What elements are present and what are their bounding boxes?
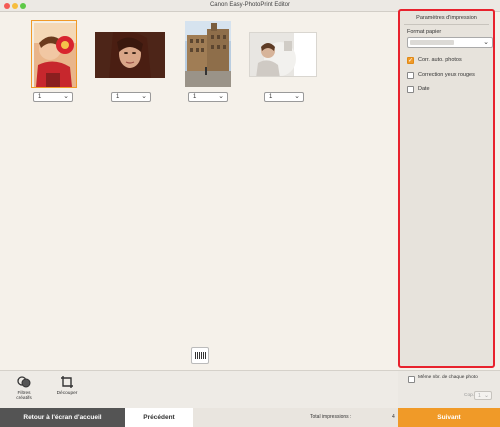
chevron-down-icon: ⌄	[294, 93, 300, 100]
photo-area: 1 ⌄ 1 ⌄ 1 ⌄ 1 ⌄	[0, 12, 398, 370]
edit-toolbar: Filtres créatifs Découper	[0, 370, 398, 408]
chevron-down-icon: ⌄	[483, 39, 489, 46]
creative-filters-button[interactable]: Filtres créatifs	[12, 375, 36, 401]
quantity-value: 1	[269, 94, 273, 100]
quantity-select-3[interactable]: 1 ⌄	[188, 92, 228, 102]
copies-panel: Même nbr. de chaque photo Cop. 1 ⌄	[398, 370, 500, 408]
photo-thumbnail-4[interactable]	[249, 32, 317, 77]
copies-select[interactable]: 1 ⌄	[474, 391, 492, 400]
back-to-home-button[interactable]: Retour à l'écran d'accueil	[0, 408, 125, 427]
checkbox-unchecked[interactable]	[407, 86, 414, 93]
chevron-down-icon: ⌄	[63, 93, 69, 100]
photo-1-image	[32, 21, 76, 87]
crop-label: Découper	[56, 391, 78, 396]
total-prints-value: 4	[392, 414, 395, 420]
previous-button[interactable]: Précédent	[125, 408, 193, 427]
divider	[404, 24, 489, 25]
quantity-select-1[interactable]: 1 ⌄	[33, 92, 73, 102]
paper-format-select[interactable]: ⌄	[407, 37, 493, 48]
barcode-icon	[195, 352, 206, 359]
chevron-down-icon: ⌄	[483, 393, 489, 399]
chevron-down-icon: ⌄	[141, 93, 147, 100]
copies-label: Cop.	[464, 393, 475, 398]
option-label: Correction yeux rouges	[418, 72, 475, 78]
option-label: Corr. auto. photos	[418, 57, 462, 63]
photo-thumbnail-2[interactable]	[95, 32, 165, 78]
crop-icon	[61, 376, 73, 388]
quantity-value: 1	[116, 94, 120, 100]
checkbox-checked[interactable]: ✓	[407, 57, 414, 64]
footer-bar: Retour à l'écran d'accueil Précédent Tot…	[0, 408, 500, 427]
crop-button[interactable]: Découper	[54, 375, 80, 396]
next-button[interactable]: Suivant	[398, 408, 500, 427]
checkbox-unchecked[interactable]	[408, 376, 415, 383]
print-settings-title: Paramètres d'impression	[416, 15, 477, 21]
quantity-value: 1	[38, 94, 42, 100]
quantity-value: 1	[193, 94, 197, 100]
photo-3-image	[185, 21, 231, 87]
photo-thumbnail-1[interactable]	[31, 20, 77, 88]
page-view-button[interactable]	[191, 347, 209, 364]
print-settings-panel: Paramètres d'impression Format papier ⌄ …	[398, 9, 495, 368]
chevron-down-icon: ⌄	[218, 93, 224, 100]
quantity-select-4[interactable]: 1 ⌄	[264, 92, 304, 102]
quantity-select-2[interactable]: 1 ⌄	[111, 92, 151, 102]
option-label: Date	[418, 86, 430, 92]
paper-format-value	[410, 40, 454, 45]
photo-4-image	[250, 33, 316, 76]
window-title: Canon Easy-PhotoPrint Editor	[209, 2, 291, 8]
checkbox-unchecked[interactable]	[407, 72, 414, 79]
filters-icon	[17, 376, 31, 388]
same-count-label: Même nbr. de chaque photo	[418, 375, 478, 380]
paper-format-label: Format papier	[407, 29, 442, 35]
photo-2-image	[95, 32, 165, 78]
copies-value: 1	[478, 393, 481, 399]
photo-thumbnail-3[interactable]	[185, 21, 231, 87]
filters-label: Filtres créatifs	[16, 391, 32, 401]
total-prints-label: Total impressions :	[310, 414, 352, 420]
